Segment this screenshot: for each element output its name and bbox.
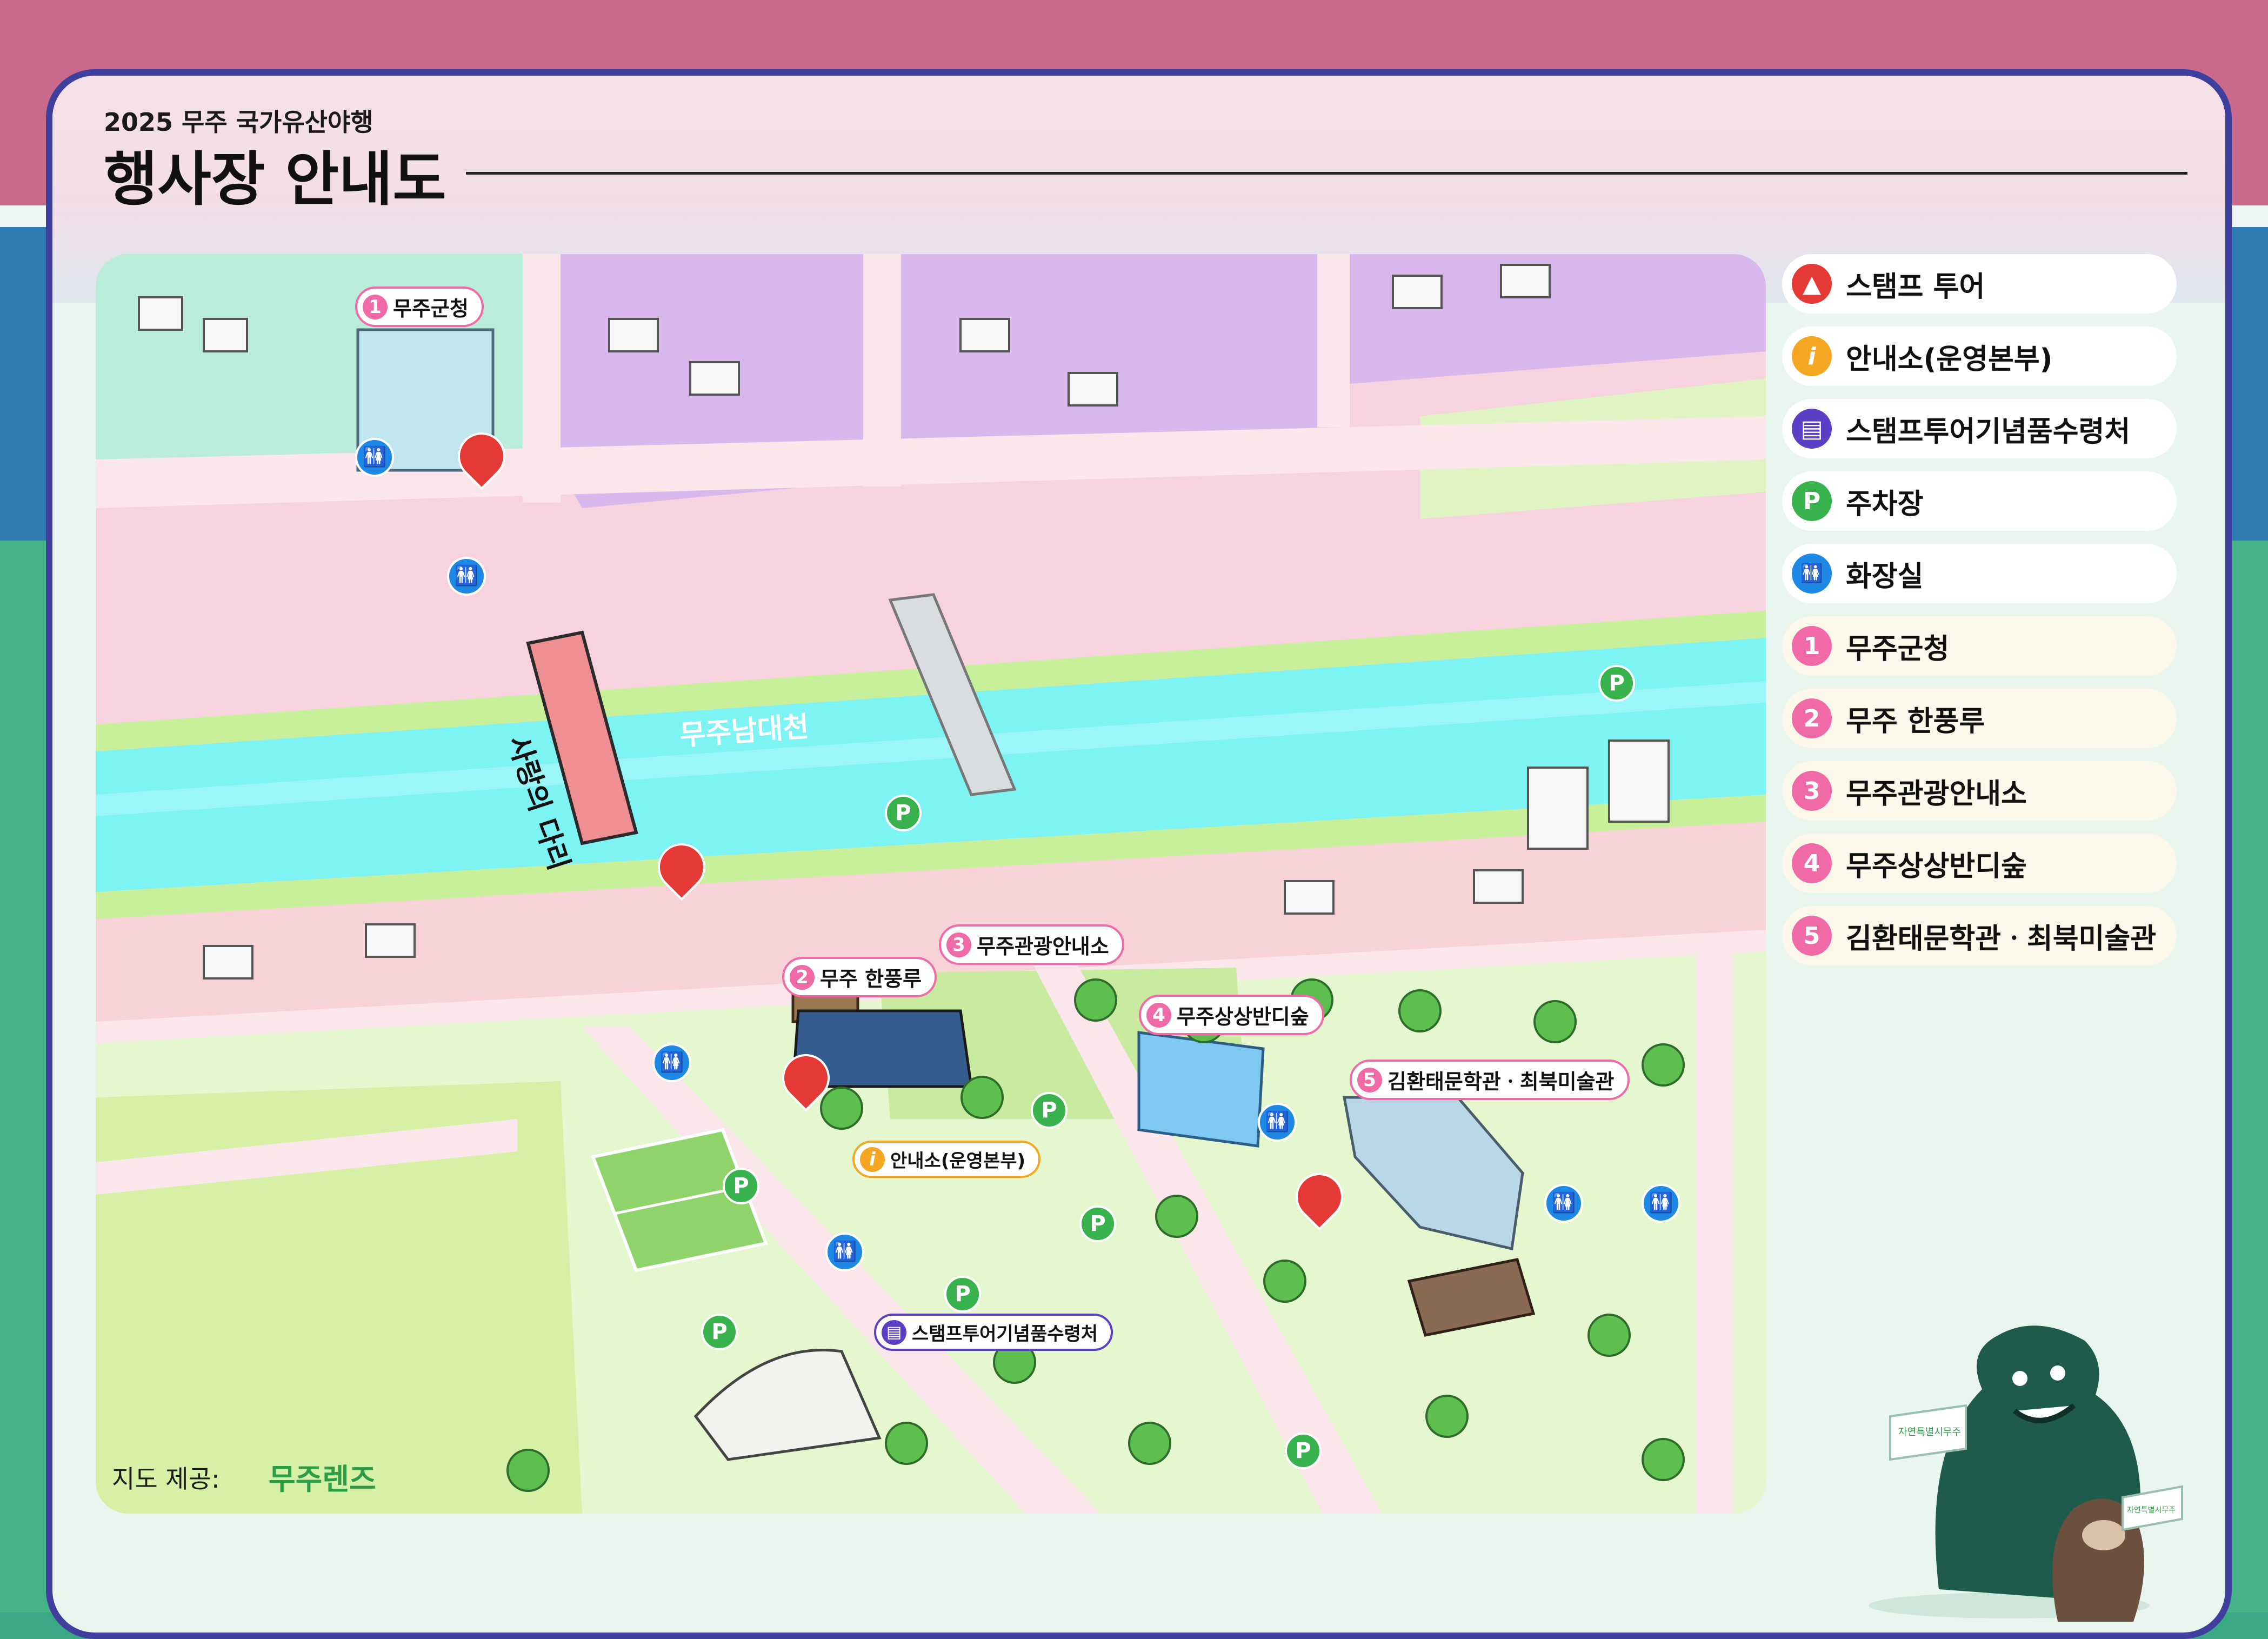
legend-label: 김환태문학관ㆍ최북미술관 bbox=[1846, 922, 2157, 955]
number-5-icon: 5 bbox=[1792, 916, 1832, 956]
place-number-4: 4 bbox=[1146, 1002, 1171, 1028]
guide-panel: 2025 무주 국가유산야행 행사장 안내도 무주남대천 사랑의 다리 1 무주… bbox=[46, 69, 2232, 1639]
gift-icon: ▤ bbox=[882, 1320, 906, 1345]
legend-label: 무주관광안내소 bbox=[1846, 777, 2027, 810]
place-name-1: 무주군청 bbox=[393, 297, 469, 321]
place-label-5[interactable]: 5 김환태문학관ㆍ최북미술관 bbox=[1350, 1060, 1630, 1100]
road-north-vertical-3 bbox=[1317, 254, 1350, 427]
parking-icon[interactable]: P bbox=[1031, 1092, 1068, 1129]
place-number-2: 2 bbox=[790, 964, 815, 990]
gift-marker[interactable]: ▤ 스탬프투어기념품수령처 bbox=[874, 1314, 1113, 1351]
parking-icon[interactable]: P bbox=[1285, 1433, 1322, 1469]
legend-item-restroom: 🚻 화장실 bbox=[1782, 544, 2177, 603]
map-legend: ▲ 스탬프 투어 i 안내소(운영본부) ▤ 스탬프투어기념품수령처 P 주차장… bbox=[1782, 254, 2177, 978]
restroom-icon[interactable]: 🚻 bbox=[652, 1043, 691, 1082]
legend-label: 무주군청 bbox=[1846, 632, 1950, 665]
legend-label: 무주 한풍루 bbox=[1846, 705, 1985, 738]
bear-eye bbox=[2050, 1365, 2065, 1381]
place-label-1[interactable]: 1 무주군청 bbox=[355, 287, 484, 327]
event-map[interactable]: 무주남대천 사랑의 다리 1 무주군청 2 무주 한풍루 3 무주관광안내소 4… bbox=[96, 254, 1766, 1514]
legend-item-place-1: 1 무주군청 bbox=[1782, 616, 2177, 676]
parking-icon[interactable]: P bbox=[1598, 665, 1635, 702]
road-north-vertical-1 bbox=[523, 254, 561, 503]
place-number-3: 3 bbox=[946, 932, 971, 957]
legend-item-place-5: 5 김환태문학관ㆍ최북미술관 bbox=[1782, 906, 2177, 965]
restroom-icon: 🚻 bbox=[1792, 554, 1832, 594]
parking-icon[interactable]: P bbox=[701, 1314, 738, 1350]
legend-item-stamp: ▲ 스탬프 투어 bbox=[1782, 254, 2177, 314]
legend-label: 화장실 bbox=[1846, 560, 1924, 593]
legend-item-place-2: 2 무주 한풍루 bbox=[1782, 689, 2177, 748]
legend-label: 안내소(운영본부) bbox=[1846, 343, 2053, 376]
place-label-4[interactable]: 4 무주상상반디숲 bbox=[1139, 995, 1324, 1035]
legend-label: 스탬프투어기념품수령처 bbox=[1846, 415, 2131, 448]
place-number-5: 5 bbox=[1357, 1067, 1382, 1092]
bandisup-building bbox=[1137, 1031, 1265, 1148]
gift-label: 스탬프투어기념품수령처 bbox=[912, 1323, 1098, 1345]
parking-icon[interactable]: P bbox=[723, 1168, 759, 1204]
restroom-icon[interactable]: 🚻 bbox=[447, 557, 486, 596]
mascot-illustration: 자연특별시무주 자연특별시무주 bbox=[1869, 1325, 2183, 1622]
flag-right-text: 자연특별시무주 bbox=[2127, 1506, 2176, 1515]
restroom-icon[interactable]: 🚻 bbox=[1544, 1184, 1583, 1223]
place-name-5: 김환태문학관ㆍ최북미술관 bbox=[1388, 1070, 1615, 1094]
number-4-icon: 4 bbox=[1792, 843, 1832, 883]
legend-item-gift: ▤ 스탬프투어기념품수령처 bbox=[1782, 399, 2177, 458]
bear-eye bbox=[2012, 1371, 2027, 1386]
place-label-2[interactable]: 2 무주 한풍루 bbox=[782, 957, 937, 997]
map-credit-brand: 무주렌즈 bbox=[269, 1462, 376, 1496]
place-name-3: 무주관광안내소 bbox=[977, 935, 1109, 958]
flag-left-text: 자연특별시무주 bbox=[1898, 1427, 1961, 1438]
parking-icon[interactable]: P bbox=[1079, 1205, 1116, 1242]
road-east-vertical bbox=[1696, 951, 1733, 1514]
legend-item-info: i 안내소(운영본부) bbox=[1782, 327, 2177, 386]
number-3-icon: 3 bbox=[1792, 771, 1832, 811]
info-icon: i bbox=[1792, 336, 1832, 376]
legend-item-place-3: 3 무주관광안내소 bbox=[1782, 761, 2177, 821]
number-2-icon: 2 bbox=[1792, 698, 1832, 738]
restroom-icon[interactable]: 🚻 bbox=[355, 438, 394, 477]
map-credit-label: 지도 제공: bbox=[112, 1464, 220, 1494]
otter-face bbox=[2082, 1520, 2125, 1550]
legend-item-place-4: 4 무주상상반디숲 bbox=[1782, 834, 2177, 893]
stamp-icon: ▲ bbox=[1792, 264, 1832, 304]
legend-label: 주차장 bbox=[1846, 488, 1924, 521]
legend-label: 무주상상반디숲 bbox=[1846, 850, 2027, 883]
place-label-3[interactable]: 3 무주관광안내소 bbox=[939, 924, 1124, 965]
info-center-marker[interactable]: i 안내소(운영본부) bbox=[852, 1141, 1041, 1178]
place-name-2: 무주 한풍루 bbox=[820, 967, 922, 991]
info-center-label: 안내소(운영본부) bbox=[890, 1150, 1026, 1172]
legend-item-parking: P 주차장 bbox=[1782, 471, 2177, 531]
restroom-icon[interactable]: 🚻 bbox=[1258, 1103, 1297, 1142]
parking-icon[interactable]: P bbox=[944, 1276, 981, 1312]
place-number-1: 1 bbox=[363, 294, 388, 319]
number-1-icon: 1 bbox=[1792, 626, 1832, 666]
gift-icon: ▤ bbox=[1792, 409, 1832, 449]
road-north-vertical-2 bbox=[863, 254, 901, 487]
legend-label: 스탬프 투어 bbox=[1846, 270, 1985, 303]
page-title: 행사장 안내도 bbox=[104, 146, 446, 214]
parking-icon[interactable]: P bbox=[885, 795, 922, 831]
restroom-icon[interactable]: 🚻 bbox=[1642, 1184, 1680, 1223]
title-divider bbox=[466, 172, 2187, 175]
parking-icon: P bbox=[1792, 481, 1832, 521]
restroom-icon[interactable]: 🚻 bbox=[825, 1232, 864, 1271]
place-name-4: 무주상상반디숲 bbox=[1177, 1005, 1309, 1029]
info-icon: i bbox=[860, 1147, 885, 1172]
